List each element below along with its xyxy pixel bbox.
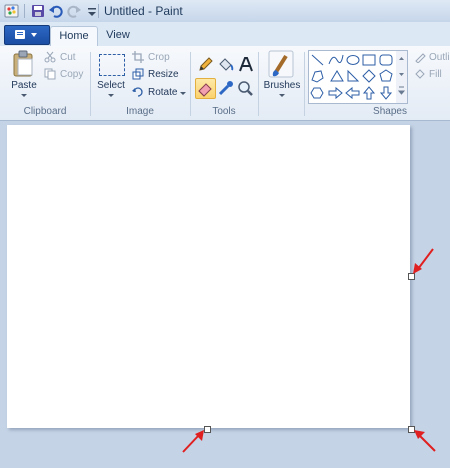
polygon-shape[interactable] <box>311 70 324 83</box>
redo-icon[interactable] <box>66 3 82 19</box>
crop-icon <box>132 51 144 63</box>
hexagon-shape[interactable] <box>310 87 324 99</box>
arrow-to-corner-handle <box>414 430 436 452</box>
pencil-icon <box>199 57 213 71</box>
group-separator <box>258 52 259 116</box>
eraser-icon <box>198 83 212 97</box>
shapes-gallery-scrollbar[interactable] <box>396 50 408 104</box>
group-separator <box>304 52 305 116</box>
tools-group-label: Tools <box>212 106 236 117</box>
rounded-rectangle-shape[interactable] <box>379 54 393 66</box>
quick-access-separator <box>24 4 25 18</box>
crop-button[interactable]: Crop <box>148 52 170 63</box>
rectangle-shape[interactable] <box>362 54 376 66</box>
diamond-shape[interactable] <box>362 69 376 83</box>
text-tool[interactable] <box>235 54 256 75</box>
pentagon-shape[interactable] <box>379 69 393 82</box>
curve-shape[interactable] <box>328 54 344 65</box>
undo-icon[interactable] <box>48 3 64 19</box>
paint-bucket-icon <box>219 58 234 71</box>
chevron-down-icon <box>31 33 37 37</box>
shapes-group-label: Shapes <box>373 106 407 117</box>
pencil-tool[interactable] <box>195 54 216 75</box>
brushes-icon[interactable] <box>268 50 294 78</box>
arrow-to-bottom-handle <box>182 430 204 453</box>
rotate-button[interactable]: Rotate <box>148 87 177 98</box>
paint-app-icon[interactable] <box>4 3 20 19</box>
select-button[interactable]: Select <box>94 80 128 91</box>
rotate-dropdown-icon[interactable] <box>180 92 186 95</box>
magnifier-tool[interactable] <box>235 78 256 99</box>
tab-view[interactable]: View <box>100 26 136 46</box>
magnifier-icon <box>238 81 253 96</box>
tab-home[interactable]: Home <box>50 26 98 47</box>
gallery-expand-icon[interactable] <box>397 86 406 95</box>
copy-button[interactable]: Copy <box>60 69 83 80</box>
eyedropper-icon <box>218 81 233 96</box>
paste-button[interactable]: Paste <box>8 80 40 91</box>
fill-button[interactable]: Fill <box>429 69 442 80</box>
arrow-up-shape[interactable] <box>362 86 376 100</box>
fill-tool[interactable] <box>215 54 236 75</box>
arrow-right-shape[interactable] <box>328 86 343 100</box>
triangle-shape[interactable] <box>330 70 344 82</box>
select-dropdown-icon[interactable] <box>108 94 114 97</box>
scroll-down-icon[interactable] <box>399 73 404 76</box>
annotation-arrows <box>182 248 436 453</box>
arrow-to-right-handle <box>413 248 434 274</box>
copy-icon <box>44 68 56 80</box>
save-icon[interactable] <box>30 3 46 19</box>
right-triangle-shape[interactable] <box>347 69 360 82</box>
arrow-left-shape[interactable] <box>345 86 360 100</box>
arrow-down-shape[interactable] <box>379 86 393 100</box>
outline-button[interactable]: Outli <box>429 52 450 63</box>
brushes-button[interactable]: Brushes <box>260 80 304 91</box>
paste-icon[interactable] <box>12 50 36 78</box>
outline-icon <box>415 53 426 63</box>
fill-icon <box>415 69 425 79</box>
scissors-icon <box>44 51 56 63</box>
clipboard-group-label: Clipboard <box>23 106 67 117</box>
resize-button[interactable]: Resize <box>148 69 179 80</box>
brushes-dropdown-icon[interactable] <box>279 94 285 97</box>
eraser-tool[interactable] <box>195 78 216 99</box>
resize-icon <box>132 68 144 80</box>
title-separator <box>98 4 99 18</box>
image-group-label: Image <box>126 106 154 117</box>
paste-dropdown-icon[interactable] <box>21 94 27 97</box>
oval-shape[interactable] <box>346 55 360 65</box>
scroll-up-icon[interactable] <box>399 57 404 60</box>
title-bar: Untitled - Paint <box>0 0 450 22</box>
cut-button[interactable]: Cut <box>60 52 76 63</box>
line-shape[interactable] <box>311 54 324 66</box>
paint-menu-button[interactable] <box>4 25 50 45</box>
color-picker-tool[interactable] <box>215 78 236 99</box>
window-title: Untitled - Paint <box>104 4 183 18</box>
select-icon[interactable] <box>99 54 125 76</box>
document-icon <box>15 30 25 39</box>
canvas-workspace <box>0 121 450 468</box>
text-icon <box>239 57 253 72</box>
rotate-icon <box>132 87 143 97</box>
ribbon: Paste Cut Copy Clipboard Select Crop Res… <box>0 46 450 121</box>
shapes-gallery[interactable] <box>308 50 398 104</box>
ribbon-tab-row: Home View <box>0 22 450 47</box>
